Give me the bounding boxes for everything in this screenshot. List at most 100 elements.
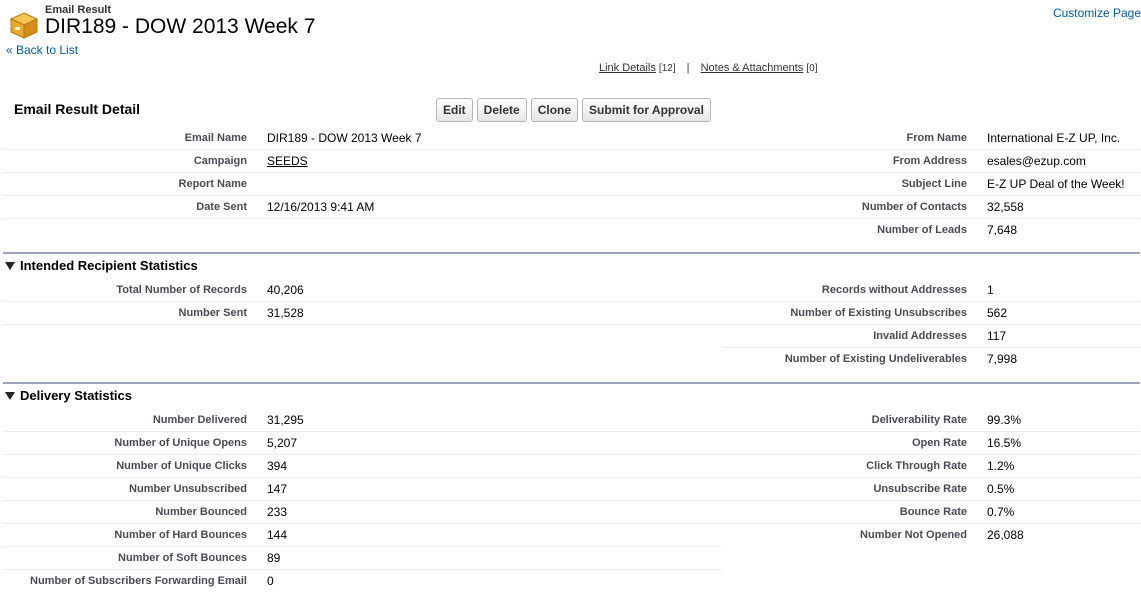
section-header-intended[interactable]: Intended Recipient Statistics: [3, 252, 1140, 280]
field-value: 40,206: [265, 279, 722, 302]
field-label: Number Bounced: [3, 500, 265, 524]
stat-row: Number of Soft Bounces 89: [3, 546, 1140, 570]
separator: |: [686, 62, 690, 74]
field-value: 394: [265, 454, 722, 478]
edit-button[interactable]: Edit: [436, 98, 473, 122]
field-label: Date Sent: [3, 195, 265, 219]
page-header: Email Result DIR189 - DOW 2013 Week 7 « …: [6, 2, 1141, 62]
page-title: DIR189 - DOW 2013 Week 7: [45, 15, 316, 38]
field-label: Email Name: [3, 127, 265, 150]
field-label: From Name: [722, 127, 985, 150]
field-value: 0.7%: [985, 500, 1140, 524]
stat-row: Total Number of Records 40,206 Records w…: [3, 279, 1140, 302]
field-value: E-Z UP Deal of the Week!: [985, 172, 1140, 196]
field-label: Records without Addresses: [722, 279, 985, 302]
field-value: 147: [265, 477, 722, 501]
field-label: Number of Existing Undeliverables: [784, 353, 967, 365]
field-value: 117: [985, 324, 1140, 348]
campaign-link[interactable]: SEEDS: [267, 154, 308, 168]
field-value: 32,558: [985, 195, 1140, 219]
field-label: [3, 348, 265, 371]
field-value: 7,648: [987, 223, 1018, 237]
field-value: 7,998: [987, 352, 1018, 366]
notes-attachments-link[interactable]: Notes & Attachments: [701, 62, 804, 74]
field-value: [265, 172, 722, 196]
section-title: Intended Recipient Statistics: [20, 258, 198, 273]
collapse-triangle-icon[interactable]: [5, 262, 15, 270]
field-value: 16.5%: [985, 431, 1140, 455]
field-value: 0: [267, 574, 274, 588]
field-label: Number Delivered: [3, 409, 265, 432]
field-value: DIR189 - DOW 2013 Week 7: [265, 127, 722, 150]
customize-page-link[interactable]: Customize Page: [1053, 6, 1141, 20]
box-icon: [9, 12, 39, 39]
field-label: Invalid Addresses: [722, 324, 985, 348]
field-label: Report Name: [3, 172, 265, 196]
delivery-stats-table: Number Delivered 31,295 Deliverability R…: [3, 409, 1140, 592]
stat-row: Number of Existing Undeliverables 7,998: [3, 348, 1140, 371]
stat-row: Invalid Addresses 117: [3, 324, 1140, 348]
field-label: Number of Subscribers Forwarding Email: [30, 575, 247, 587]
field-label: [3, 219, 265, 242]
detail-table: Email Name DIR189 - DOW 2013 Week 7 From…: [3, 127, 1140, 241]
stat-row: Number of Unique Opens 5,207 Open Rate 1…: [3, 431, 1140, 455]
detail-row: Email Name DIR189 - DOW 2013 Week 7 From…: [3, 127, 1140, 150]
field-label: Number of Unique Opens: [3, 431, 265, 455]
stat-row: Number Unsubscribed 147 Unsubscribe Rate…: [3, 477, 1140, 501]
field-label: Number Unsubscribed: [3, 477, 265, 501]
field-value: [985, 570, 1140, 593]
field-value: 1.2%: [985, 454, 1140, 478]
field-value: 31,295: [265, 409, 722, 432]
field-value: 0.5%: [985, 477, 1140, 501]
field-value: SEEDS: [265, 149, 722, 173]
field-label: Number Sent: [3, 301, 265, 325]
field-label: Total Number of Records: [3, 279, 265, 302]
clone-button[interactable]: Clone: [530, 98, 579, 122]
field-label: [3, 325, 265, 348]
field-value: 5,207: [265, 431, 722, 455]
field-label: Unsubscribe Rate: [722, 477, 985, 501]
back-to-list-link[interactable]: « Back to List: [6, 43, 78, 57]
section-header-delivery[interactable]: Delivery Statistics: [3, 382, 1140, 410]
intended-stats-table: Total Number of Records 40,206 Records w…: [3, 279, 1140, 370]
field-label: [722, 570, 985, 593]
section-title: Delivery Statistics: [20, 388, 133, 403]
detail-row: Campaign SEEDS From Address esales@ezup.…: [3, 149, 1140, 173]
collapse-triangle-icon[interactable]: [5, 392, 15, 400]
field-label: From Address: [722, 149, 985, 173]
stat-row: Number of Subscribers Forwarding Email 0: [3, 570, 1140, 593]
field-label: Number Not Opened: [860, 529, 967, 542]
stat-row: Number of Unique Clicks 394 Click Throug…: [3, 454, 1140, 478]
field-value: 26,088: [987, 528, 1024, 543]
field-value: International E-Z UP, Inc.: [985, 127, 1140, 150]
link-details-link[interactable]: Link Details: [599, 62, 656, 74]
field-value: esales@ezup.com: [985, 149, 1140, 173]
field-value: [985, 547, 1140, 570]
field-value: [265, 219, 722, 242]
stat-row: Number of Hard Bounces 144 Number Not Op…: [3, 523, 1140, 547]
stat-row: Number Sent 31,528 Number of Existing Un…: [3, 301, 1140, 325]
field-label: Open Rate: [722, 431, 985, 455]
field-label: Bounce Rate: [722, 500, 985, 524]
detail-button-row: Edit Delete Clone Submit for Approval: [436, 98, 711, 122]
field-value: 562: [985, 301, 1140, 325]
field-value: 144: [265, 523, 722, 547]
field-label: Number of Leads: [877, 224, 967, 236]
field-label: Number of Soft Bounces: [3, 546, 265, 570]
submit-for-approval-button[interactable]: Submit for Approval: [582, 98, 711, 122]
stat-row: Number Delivered 31,295 Deliverability R…: [3, 409, 1140, 432]
related-list-links: Link Details [12] | Notes & Attachments …: [599, 62, 818, 74]
link-details-count: [12]: [658, 63, 676, 74]
stat-row: Number Bounced 233 Bounce Rate 0.7%: [3, 500, 1140, 524]
field-value: [265, 348, 722, 371]
delete-button[interactable]: Delete: [476, 98, 527, 122]
field-label: Number of Existing Unsubscribes: [722, 301, 985, 325]
notes-attachments-count: [0]: [806, 63, 818, 74]
field-label: Number of Unique Clicks: [3, 454, 265, 478]
field-label: Click Through Rate: [722, 454, 985, 478]
field-label: Deliverability Rate: [722, 409, 985, 432]
field-label: Number of Hard Bounces: [3, 523, 265, 547]
field-label: Number of Contacts: [722, 195, 985, 219]
field-value: 89: [265, 546, 722, 570]
field-value: 12/16/2013 9:41 AM: [265, 195, 722, 219]
